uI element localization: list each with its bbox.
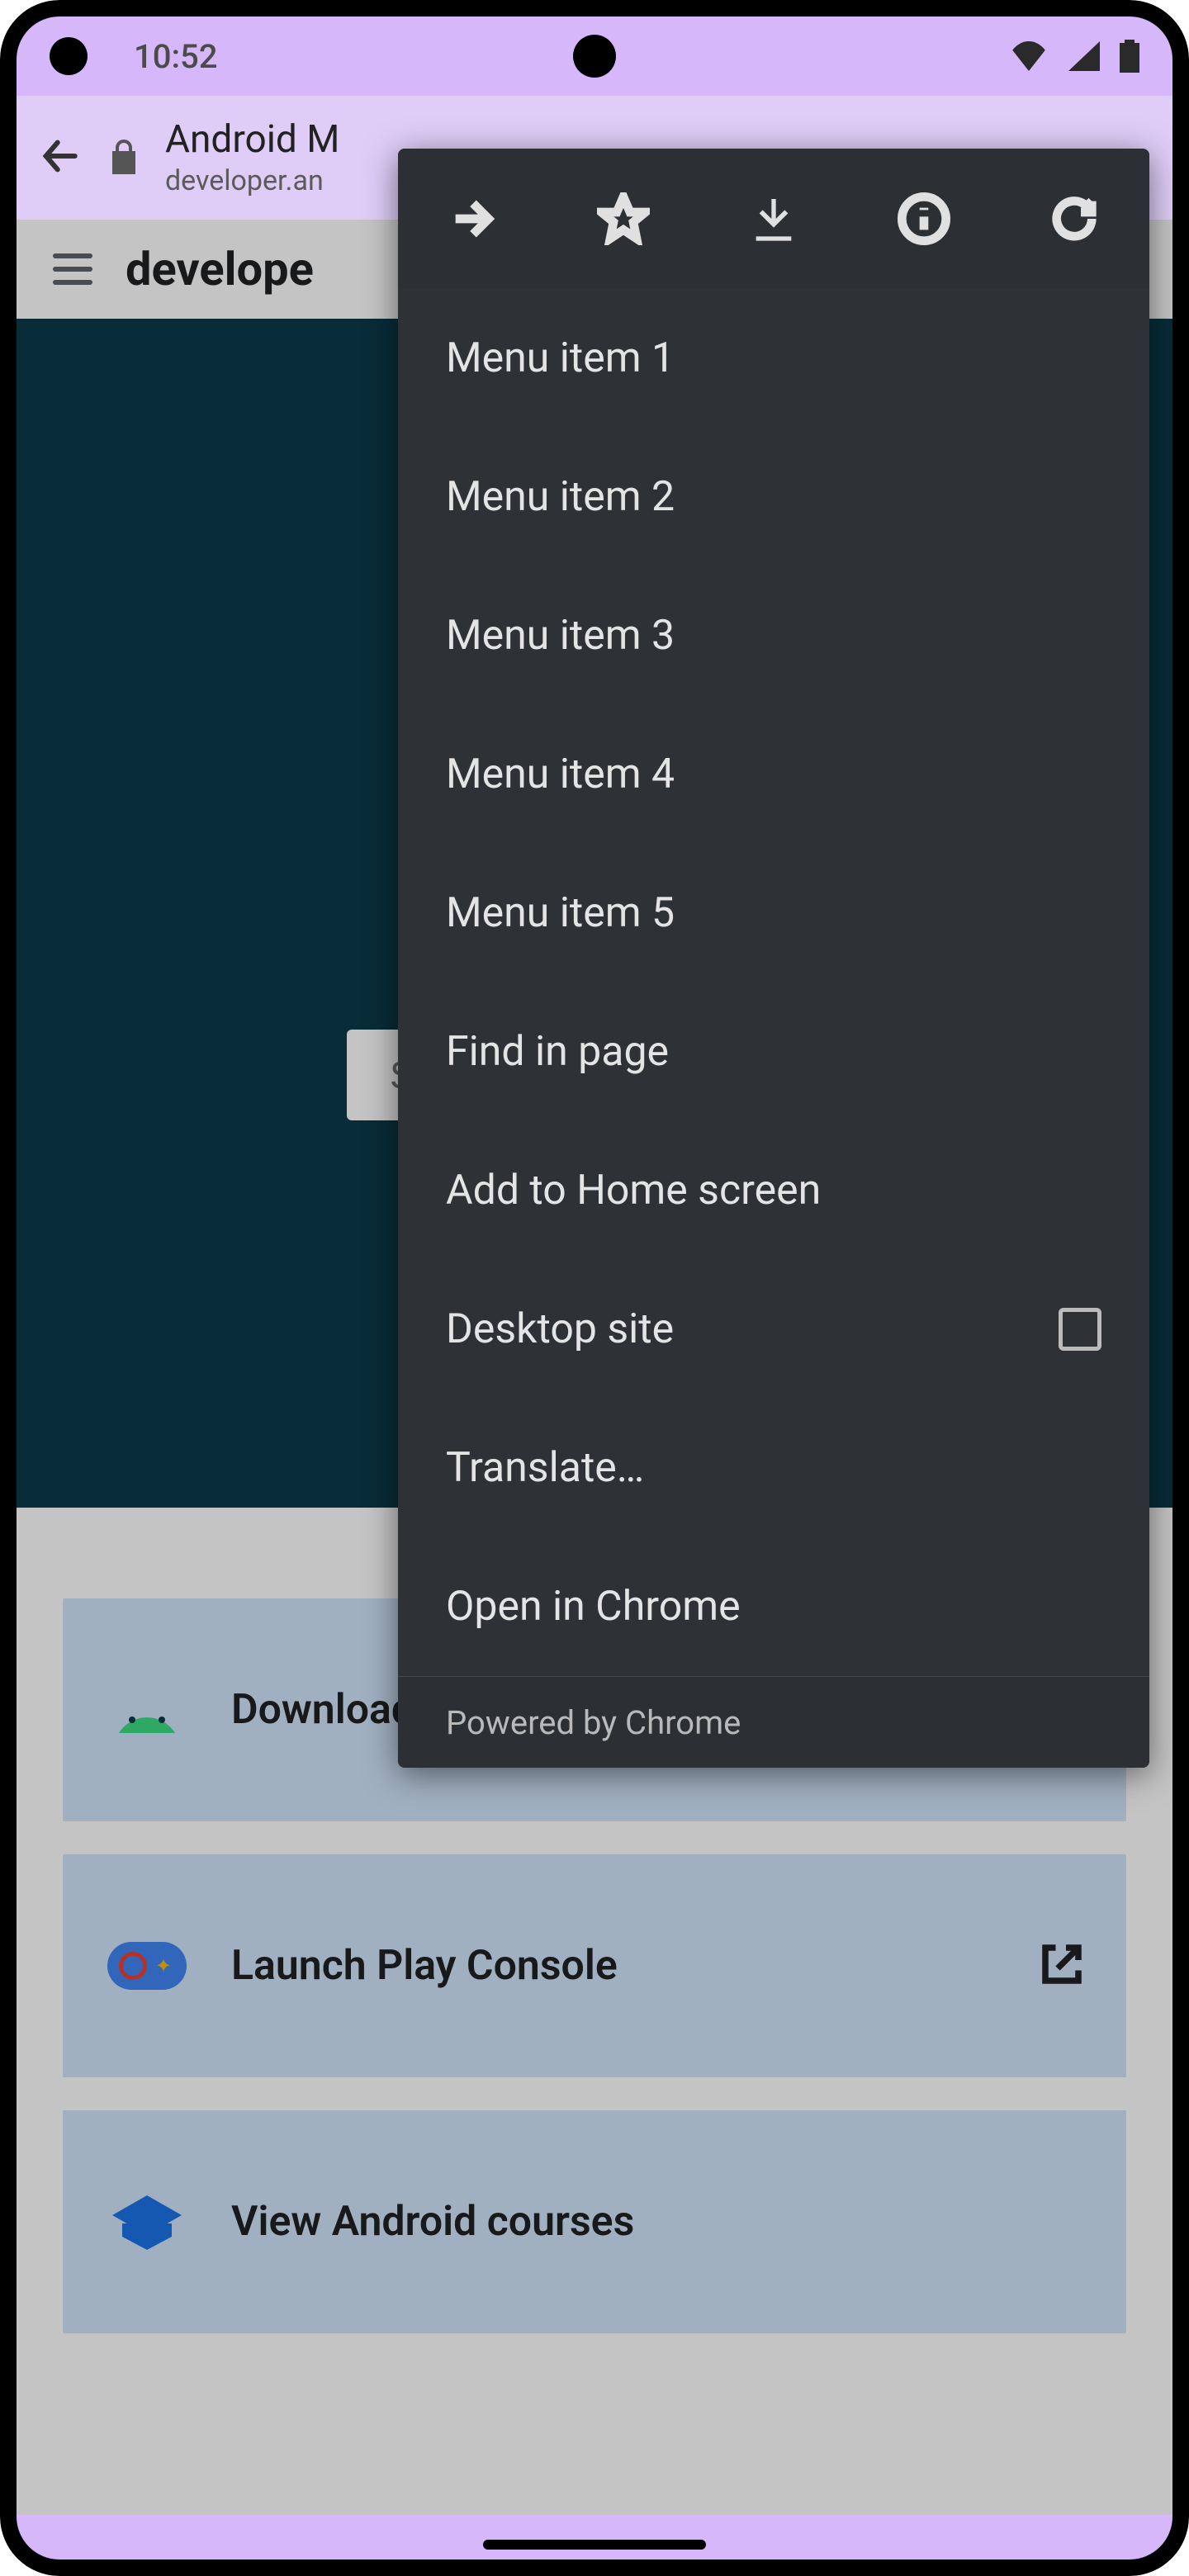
page-title: Android M [165, 119, 339, 161]
download-icon[interactable] [747, 192, 800, 245]
star-icon[interactable] [597, 192, 650, 245]
menu-footer: Powered by Chrome [398, 1677, 1149, 1768]
menu-item-3[interactable]: Menu item 3 [398, 566, 1149, 705]
wifi-icon [1011, 41, 1047, 71]
overflow-menu: Menu item 1 Menu item 2 Menu item 3 Menu… [398, 149, 1149, 1768]
cellular-icon [1067, 41, 1100, 71]
menu-item-2[interactable]: Menu item 2 [398, 428, 1149, 566]
url-bar[interactable]: Android M developer.an [165, 119, 339, 197]
menu-item-4[interactable]: Menu item 4 [398, 705, 1149, 844]
menu-item-add-home[interactable]: Add to Home screen [398, 1121, 1149, 1260]
page-host: developer.an [165, 166, 339, 197]
front-camera-hole [50, 37, 88, 75]
info-icon[interactable] [898, 192, 950, 245]
battery-icon [1120, 40, 1139, 73]
refresh-icon[interactable] [1048, 192, 1101, 245]
menu-item-open-chrome[interactable]: Open in Chrome [398, 1537, 1149, 1676]
forward-icon[interactable] [447, 192, 500, 245]
status-bar: 10:52 [17, 17, 1172, 96]
menu-item-find[interactable]: Find in page [398, 983, 1149, 1121]
lock-icon [109, 138, 139, 178]
menu-item-1[interactable]: Menu item 1 [398, 289, 1149, 428]
menu-item-5[interactable]: Menu item 5 [398, 844, 1149, 983]
punch-hole-camera [573, 35, 616, 78]
desktop-checkbox[interactable] [1059, 1308, 1101, 1351]
gesture-nav-bar[interactable] [483, 2540, 706, 2550]
menu-item-desktop[interactable]: Desktop site [398, 1260, 1149, 1399]
menu-item-translate[interactable]: Translate… [398, 1399, 1149, 1537]
back-button[interactable] [36, 133, 83, 182]
status-time: 10:52 [134, 37, 217, 76]
